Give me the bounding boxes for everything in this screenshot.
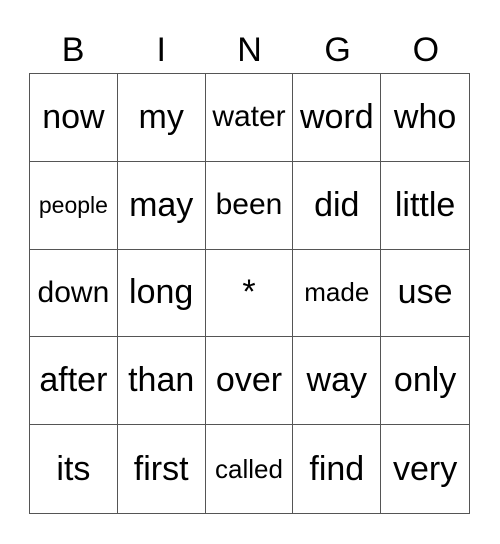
bingo-cell[interactable]: long	[117, 249, 206, 338]
bingo-cell[interactable]: very	[381, 425, 469, 513]
bingo-cell[interactable]: now	[30, 74, 118, 162]
header-letter-g: G	[324, 31, 351, 69]
bingo-cell[interactable]: word	[293, 74, 382, 162]
bingo-cell[interactable]: may	[117, 161, 206, 250]
bingo-card-grid: now my water word who people may been di…	[29, 73, 470, 514]
free-space-cell[interactable]: *	[205, 249, 294, 338]
bingo-cell[interactable]: water	[205, 74, 294, 162]
bingo-cell[interactable]: been	[205, 161, 294, 250]
bingo-header: B I N G O	[29, 28, 470, 73]
header-letter-b: B	[61, 31, 85, 69]
bingo-cell[interactable]: people	[30, 161, 118, 250]
bingo-cell[interactable]: who	[381, 74, 469, 162]
bingo-cell[interactable]: way	[293, 337, 382, 426]
bingo-cell[interactable]: than	[117, 337, 206, 426]
bingo-cell[interactable]: down	[30, 249, 118, 338]
bingo-cell[interactable]: first	[118, 425, 206, 513]
bingo-cell[interactable]: over	[205, 337, 294, 426]
bingo-cell[interactable]: after	[30, 337, 118, 426]
bingo-cell[interactable]: my	[117, 74, 206, 162]
header-letter-o: O	[412, 31, 440, 69]
bingo-cell[interactable]: did	[293, 161, 382, 250]
bingo-cell[interactable]: its	[30, 425, 118, 513]
bingo-cell[interactable]: called	[206, 425, 294, 513]
header-letter-i: I	[156, 31, 166, 69]
bingo-cell[interactable]: use	[381, 250, 469, 338]
bingo-cell[interactable]: made	[293, 249, 382, 338]
header-letter-n: N	[237, 31, 262, 69]
bingo-cell[interactable]: find	[293, 425, 382, 513]
bingo-cell[interactable]: little	[381, 162, 469, 250]
bingo-cell[interactable]: only	[381, 337, 469, 426]
